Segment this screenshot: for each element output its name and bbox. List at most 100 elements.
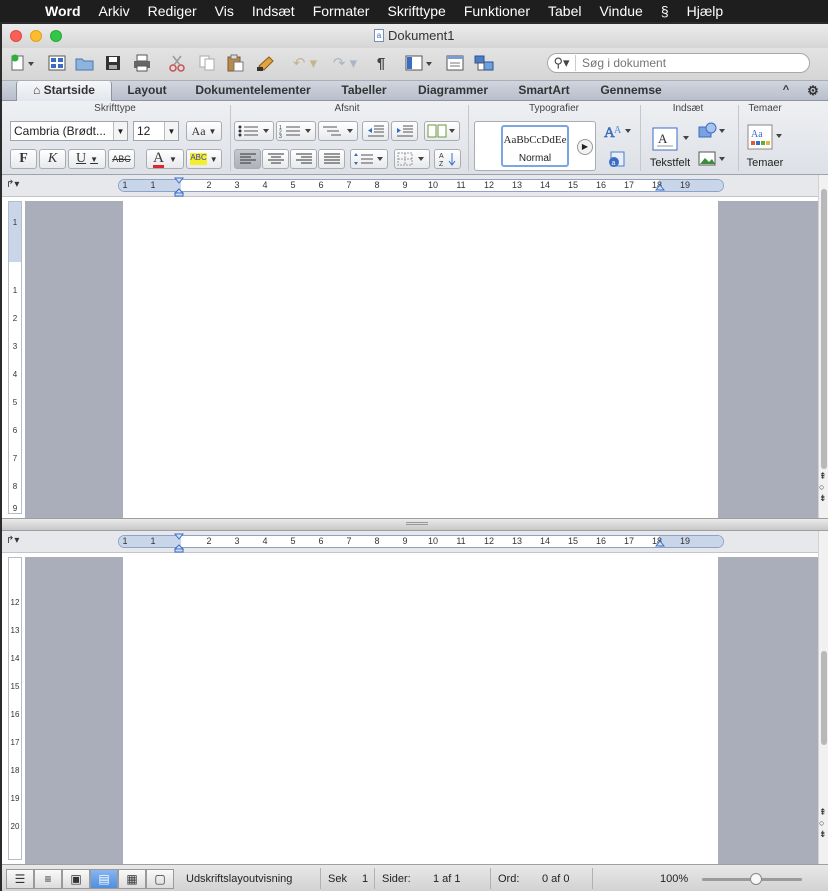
tab-gennemse[interactable]: Gennemse xyxy=(588,81,674,101)
bullet-list-button[interactable] xyxy=(234,121,274,141)
horizontal-ruler[interactable]: 1 1 2 3 4 5 6 7 8 9 10 11 12 13 14 15 16… xyxy=(118,535,724,548)
ribbon-settings-gear-icon[interactable]: ⚙ xyxy=(802,81,824,101)
show-formatting-icon[interactable]: ¶ xyxy=(370,52,392,74)
shapes-icon[interactable] xyxy=(696,121,728,141)
bold-button[interactable]: F xyxy=(10,149,37,169)
tab-dokumentelementer[interactable]: Dokumentelementer xyxy=(184,81,322,101)
underline-button[interactable]: U ▼ xyxy=(68,149,106,169)
menu-skrifttype[interactable]: Skrifttype xyxy=(378,3,454,19)
menu-vis[interactable]: Vis xyxy=(206,3,243,19)
close-window-button[interactable] xyxy=(10,30,22,42)
tab-layout[interactable]: Layout xyxy=(116,81,178,101)
document-page[interactable] xyxy=(123,201,718,518)
toolbox-icon[interactable] xyxy=(444,52,466,74)
align-left-button[interactable] xyxy=(234,149,261,169)
font-color-button[interactable]: A ▼ xyxy=(146,149,184,169)
outline-view-icon[interactable]: ≡ xyxy=(34,869,62,889)
menu-app-name[interactable]: Word xyxy=(36,3,90,19)
zoom-window-button[interactable] xyxy=(50,30,62,42)
menu-funktioner[interactable]: Funktioner xyxy=(455,3,539,19)
styles-next-arrow-icon[interactable]: ▶ xyxy=(577,139,593,155)
sidebar-toggle-icon[interactable] xyxy=(402,52,436,74)
textbox-icon[interactable]: A xyxy=(648,121,692,157)
right-indent-marker-icon[interactable] xyxy=(655,183,665,193)
italic-button[interactable]: K xyxy=(39,149,66,169)
textbox-label[interactable]: Tekstfelt xyxy=(648,157,692,169)
scrollbar-thumb[interactable] xyxy=(821,189,827,469)
increase-indent-button[interactable] xyxy=(391,121,418,141)
vertical-scrollbar[interactable]: ⇞ ○ ⇟ xyxy=(818,175,828,518)
browse-object-icons[interactable]: ⇞ ○ ⇟ xyxy=(819,471,827,504)
horizontal-ruler[interactable]: 1 1 2 3 4 5 6 7 8 9 10 11 12 13 14 15 16… xyxy=(118,179,724,192)
collapse-ribbon-icon[interactable]: ^ xyxy=(778,81,794,101)
tab-stop-selector-icon[interactable]: ↱▾ xyxy=(6,179,24,193)
decrease-indent-button[interactable] xyxy=(362,121,389,141)
themes-label[interactable]: Temaer xyxy=(740,157,790,169)
split-view-divider[interactable] xyxy=(2,518,828,531)
menu-formater[interactable]: Formater xyxy=(304,3,379,19)
justify-button[interactable] xyxy=(318,149,345,169)
menu-rediger[interactable]: Rediger xyxy=(139,3,206,19)
print-icon[interactable] xyxy=(131,52,153,74)
font-size-select[interactable]: 12 ▼ xyxy=(133,121,179,141)
browse-object-icons[interactable]: ⇞ ○ ⇟ xyxy=(819,807,827,840)
numbered-list-button[interactable]: 123 xyxy=(276,121,316,141)
vertical-ruler[interactable]: 1 1 2 3 4 5 6 7 8 9 xyxy=(8,201,22,514)
notebook-view-icon[interactable]: ▦ xyxy=(118,869,146,889)
vertical-scrollbar[interactable]: ⇞ ○ ⇟ xyxy=(818,531,828,864)
minimize-window-button[interactable] xyxy=(30,30,42,42)
copy-icon[interactable] xyxy=(196,52,218,74)
borders-button[interactable] xyxy=(394,149,430,169)
styles-pane-icon[interactable]: a xyxy=(605,149,627,169)
tab-stop-selector-icon[interactable]: ↱▾ xyxy=(6,535,24,549)
zoom-slider-knob[interactable] xyxy=(750,873,762,885)
style-normal[interactable]: AaBbCcDdEe Normal xyxy=(501,125,569,167)
tab-startside[interactable]: ⌂ Startside xyxy=(16,81,112,101)
search-input[interactable] xyxy=(576,56,809,70)
picture-icon[interactable] xyxy=(696,149,728,169)
paste-icon[interactable] xyxy=(224,52,246,74)
script-menu-icon[interactable]: § xyxy=(652,3,678,19)
right-indent-marker-icon[interactable] xyxy=(655,539,665,549)
themes-icon[interactable]: Aa xyxy=(744,121,786,155)
vertical-ruler[interactable]: 12 13 14 15 16 17 18 19 20 xyxy=(8,557,22,860)
search-icon[interactable]: ⚲▾ xyxy=(548,55,576,71)
undo-icon[interactable]: ↶ ▾ xyxy=(288,52,322,74)
menu-hjaelp[interactable]: Hjælp xyxy=(678,3,733,19)
tab-diagrammer[interactable]: Diagrammer xyxy=(406,81,500,101)
font-name-select[interactable]: Cambria (Brødt... ▼ xyxy=(10,121,128,141)
line-spacing-button[interactable] xyxy=(350,149,388,169)
new-document-icon[interactable] xyxy=(8,52,38,74)
align-center-button[interactable] xyxy=(262,149,289,169)
cut-icon[interactable] xyxy=(166,52,188,74)
sort-button[interactable]: AZ xyxy=(434,149,461,169)
draft-view-icon[interactable]: ☰ xyxy=(6,869,34,889)
menu-indsaet[interactable]: Indsæt xyxy=(243,3,304,19)
focus-view-icon[interactable]: ▢ xyxy=(146,869,174,889)
zoom-level[interactable]: 100% xyxy=(660,873,688,885)
change-case-button[interactable]: Aa ▼ xyxy=(186,121,222,141)
multilevel-list-button[interactable] xyxy=(318,121,358,141)
tab-tabeller[interactable]: Tabeller xyxy=(328,81,400,101)
open-folder-icon[interactable] xyxy=(74,52,96,74)
menu-vindue[interactable]: Vindue xyxy=(590,3,651,19)
strikethrough-button[interactable]: ABC xyxy=(108,149,135,169)
media-browser-icon[interactable] xyxy=(472,52,496,74)
document-page[interactable] xyxy=(123,557,718,864)
print-layout-view-icon[interactable]: ▤ xyxy=(90,869,118,889)
menu-tabel[interactable]: Tabel xyxy=(539,3,590,19)
save-icon[interactable] xyxy=(102,52,124,74)
publishing-layout-view-icon[interactable]: ▣ xyxy=(62,869,90,889)
tab-smartart[interactable]: SmartArt xyxy=(506,81,582,101)
scrollbar-thumb[interactable] xyxy=(821,651,827,745)
align-right-button[interactable] xyxy=(290,149,317,169)
indent-marker-icon[interactable] xyxy=(174,177,184,197)
redo-icon[interactable]: ↷ ▾ xyxy=(328,52,362,74)
search-field[interactable]: ⚲▾ xyxy=(547,53,810,73)
indent-marker-icon[interactable] xyxy=(174,533,184,553)
menu-arkiv[interactable]: Arkiv xyxy=(90,3,139,19)
text-effects-button[interactable]: AA xyxy=(602,121,634,141)
templates-gallery-icon[interactable] xyxy=(46,52,68,74)
format-painter-icon[interactable] xyxy=(254,52,278,74)
styles-gallery[interactable]: AaBbCcDdEe Normal ▶ xyxy=(474,121,596,171)
